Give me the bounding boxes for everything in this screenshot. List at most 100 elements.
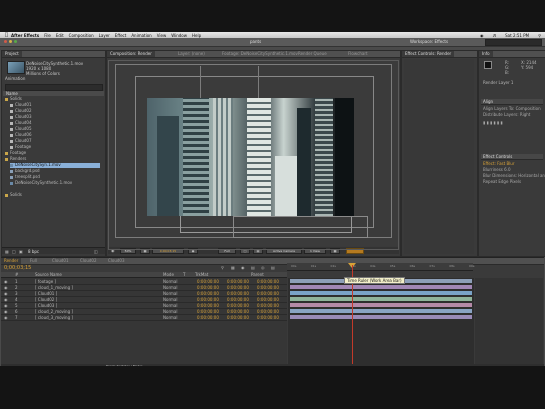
tree-item[interactable]: Cloud04	[10, 120, 32, 126]
col-trkmat[interactable]: TrkMat	[195, 272, 208, 277]
layer-duration-bar[interactable]	[290, 297, 472, 301]
col-mode[interactable]: Mode	[163, 272, 174, 277]
new-folder-icon[interactable]: □	[12, 249, 16, 254]
layer-in-point[interactable]: 0:00:00:00	[197, 279, 219, 284]
tab-timeline-cloud02[interactable]: Cloud02	[77, 258, 100, 264]
effect-row[interactable]: Blur Dimensions: Horizontal and Vertical	[483, 173, 545, 179]
menu-layer[interactable]: Layer	[99, 33, 110, 38]
spotlight-icon[interactable]: ⚲	[538, 33, 541, 38]
effect-row[interactable]: Effect: Fast Blur	[483, 161, 541, 167]
layer-duration[interactable]: 0:00:00:00	[257, 315, 279, 320]
visibility-eye-icon[interactable]: ◉	[4, 297, 8, 302]
menu-animation[interactable]: Animation	[131, 33, 151, 38]
search-help-field[interactable]	[485, 38, 542, 46]
new-comp-icon[interactable]: ▣	[19, 249, 23, 254]
layer-name[interactable]: [ cloud_1_moving ]	[35, 285, 73, 290]
minimize-icon[interactable]	[9, 39, 12, 43]
layer-duration[interactable]: 0:00:00:00	[257, 291, 279, 296]
layer-out-point[interactable]: 0:00:00:00	[227, 297, 249, 302]
wifi-icon[interactable]: ◉	[480, 33, 484, 38]
layer-duration-bar[interactable]	[290, 309, 472, 313]
layer-name[interactable]: [ Cloud02 ]	[35, 297, 57, 302]
visibility-eye-icon[interactable]: ◉	[4, 309, 8, 314]
tree-item[interactable]: Cloud03	[10, 114, 32, 120]
layer-mode[interactable]: Normal	[163, 303, 177, 308]
tree-item[interactable]: Footage	[10, 144, 31, 150]
tab-composition[interactable]: Composition: Render	[107, 51, 155, 57]
layer-mode[interactable]: Normal	[163, 297, 177, 302]
time-ruler[interactable]: 00s01s02s03s04s05s06s07s08s09s	[287, 263, 474, 271]
visibility-eye-icon[interactable]: ◉	[4, 303, 8, 308]
align-section[interactable]: Align	[481, 99, 543, 105]
timeline-tracks[interactable]	[288, 278, 474, 371]
trash-icon[interactable]: ◫	[94, 249, 98, 254]
layer-duration[interactable]: 0:00:00:00	[257, 279, 279, 284]
layer-out-point[interactable]: 0:00:00:00	[227, 279, 249, 284]
effect-row[interactable]: Blurriness 6.0	[483, 167, 541, 173]
tab-render-queue[interactable]: Render Queue	[295, 51, 330, 57]
menu-view[interactable]: View	[157, 33, 167, 38]
layer-mode[interactable]: Normal	[163, 279, 177, 284]
tree-folder[interactable]: Solids	[5, 192, 22, 198]
menu-file[interactable]: File	[44, 33, 51, 38]
tab-flowchart[interactable]: Flowchart	[345, 51, 371, 57]
menu-app[interactable]: After Effects	[11, 33, 39, 38]
menu-help[interactable]: Help	[192, 33, 201, 38]
tree-item-selected[interactable]: DeNoiseCitySyn.1.mov	[10, 162, 100, 168]
visibility-eye-icon[interactable]: ◉	[4, 315, 8, 320]
layer-out-point[interactable]: 0:00:00:00	[227, 291, 249, 296]
layer-out-point[interactable]: 0:00:00:00	[227, 285, 249, 290]
visibility-eye-icon[interactable]: ◉	[4, 279, 8, 284]
clock[interactable]: Sat 2:51 PM	[505, 33, 529, 38]
workspace-label[interactable]: Workspace: Effects	[410, 39, 448, 44]
tree-item[interactable]: Cloud07	[10, 138, 32, 144]
draft-3d-icon[interactable]: ▦	[231, 265, 235, 270]
tree-item[interactable]: Cloud06	[10, 132, 32, 138]
tree-folder[interactable]: Renders	[5, 156, 26, 162]
tree-item[interactable]: DeNoiseCitySynthetic.1.mov	[10, 180, 72, 186]
layer-duration-bar[interactable]	[290, 291, 472, 295]
layer-in-point[interactable]: 0:00:00:00	[197, 309, 219, 314]
effects-section[interactable]: Effect Controls	[481, 154, 543, 160]
tab-timeline-cloud01[interactable]: Cloud01	[49, 258, 72, 264]
layer-duration[interactable]: 0:00:00:00	[257, 297, 279, 302]
hide-shy-icon[interactable]: ◉	[241, 265, 245, 270]
tree-item[interactable]: Cloud05	[10, 126, 32, 132]
search-icon[interactable]: ⚲	[221, 265, 224, 270]
tree-item[interactable]: backgrd.psd	[10, 168, 40, 174]
tab-effect-controls[interactable]: Effect Controls: Render	[402, 51, 455, 57]
layer-in-point[interactable]: 0:00:00:00	[197, 315, 219, 320]
layer-in-point[interactable]: 0:00:00:00	[197, 303, 219, 308]
menu-window[interactable]: Window	[171, 33, 187, 38]
layer-mode[interactable]: Normal	[163, 315, 177, 320]
layer-duration-bar[interactable]	[290, 315, 472, 319]
layer-in-point[interactable]: 0:00:00:00	[197, 285, 219, 290]
project-search-input[interactable]	[5, 84, 103, 91]
layer-in-point[interactable]: 0:00:00:00	[197, 297, 219, 302]
col-parent[interactable]: Parent	[251, 272, 264, 277]
tab-layer[interactable]: Layer: (none)	[175, 51, 208, 57]
tab-timeline-full[interactable]: Full	[27, 258, 40, 264]
bit-depth-button[interactable]: 8 bpc	[28, 249, 39, 254]
layer-name[interactable]: [ cloud_3_moving ]	[35, 315, 73, 320]
tree-folder[interactable]: Solids	[5, 96, 22, 102]
interpret-footage-icon[interactable]: ▦	[5, 249, 9, 254]
close-icon[interactable]	[4, 39, 7, 43]
layer-duration-bar[interactable]	[290, 285, 472, 289]
layer-duration[interactable]: 0:00:00:00	[257, 303, 279, 308]
layer-mode[interactable]: Normal	[163, 285, 177, 290]
tab-timeline-cloud03[interactable]: Cloud03	[105, 258, 128, 264]
tree-item[interactable]: Cloud01	[10, 102, 32, 108]
menu-edit[interactable]: Edit	[56, 33, 64, 38]
layer-name[interactable]: [ Cloud01 ]	[35, 291, 57, 296]
tree-item[interactable]: Cloud02	[10, 108, 32, 114]
layer-mode[interactable]: Normal	[163, 291, 177, 296]
tab-project[interactable]: Project	[2, 51, 22, 57]
layer-row[interactable]: ◉ 7 [ cloud_3_moving ] Normal 0:00:00:00 0:00…	[1, 315, 287, 321]
layer-duration-bar[interactable]	[290, 303, 472, 307]
zoom-icon[interactable]	[14, 39, 17, 43]
layer-mode[interactable]: Normal	[163, 309, 177, 314]
tab-footage[interactable]: Footage: DeNoiseCitySynthetic.1.mov	[219, 51, 301, 57]
col-t[interactable]: T	[183, 272, 185, 277]
align-icons[interactable]: ▮ ▮ ▮ ▮ ▮ ▮	[483, 120, 541, 126]
